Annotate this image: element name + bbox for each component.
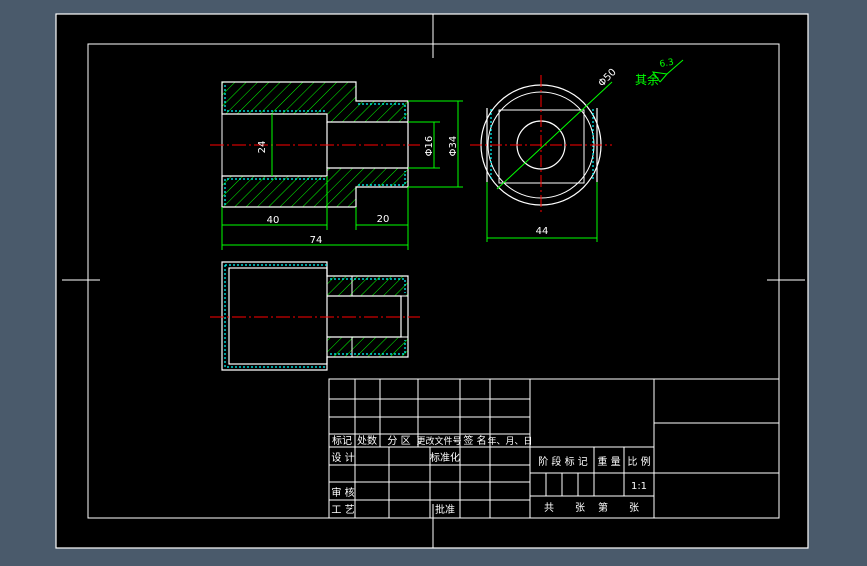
cad-viewport: 24 Φ16 Φ34 40 20 74 Φ50 44 其余 6.3 标记 处数 … [0, 0, 867, 562]
rev-label-mark: 标记 [332, 435, 352, 447]
dim-phi34: Φ34 [448, 136, 459, 157]
rev-label-date: 年、月、日 [487, 435, 532, 447]
stage-mark-label: 阶 段 标 记 [538, 455, 588, 468]
sheets-total-suffix: 张 [575, 502, 585, 514]
sheet-no-prefix: 第 [598, 501, 608, 514]
scale-label: 比 例 [627, 455, 650, 468]
roughness-label: 其余 [635, 72, 659, 87]
rev-label-docno: 更改文件号 [416, 435, 461, 447]
sheets-total-prefix: 共 [544, 502, 554, 514]
process-label: 工 艺 [331, 504, 354, 516]
rev-label-sign: 签 名 [463, 434, 486, 447]
dim-44: 44 [536, 226, 549, 237]
weight-label: 重 量 [597, 455, 620, 468]
dim-74: 74 [310, 235, 323, 246]
dim-40: 40 [267, 215, 280, 226]
rev-label-count: 处数 [357, 434, 377, 447]
drawing-sheet [55, 13, 809, 549]
dim-20: 20 [377, 214, 390, 225]
approve-label: 批准 [435, 503, 455, 516]
scale-value: 1:1 [631, 481, 647, 492]
dim-phi16: Φ16 [424, 136, 435, 157]
rev-label-zone: 分 区 [387, 435, 410, 447]
design-label: 设 计 [331, 451, 354, 464]
standardize-label: 标准化 [430, 451, 460, 464]
dim-24: 24 [257, 141, 268, 154]
sheet-no-suffix: 张 [629, 502, 639, 514]
review-label: 审 核 [331, 486, 354, 499]
